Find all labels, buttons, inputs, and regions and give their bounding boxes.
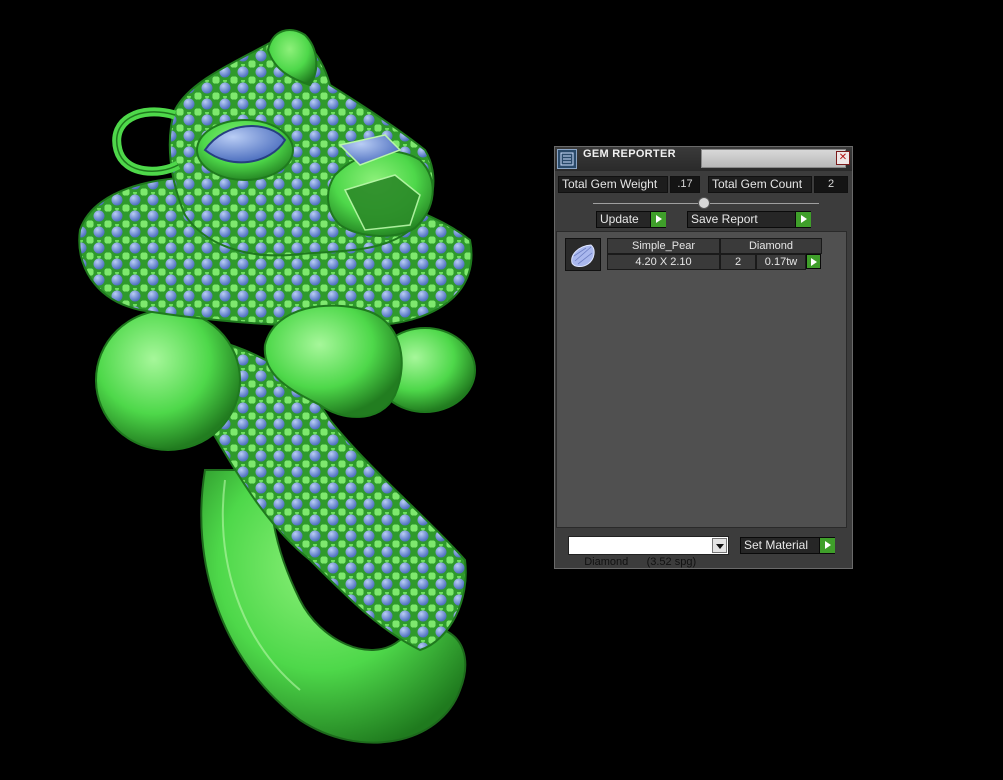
gem-reporter-window: GEM REPORTER ✕ Total Gem Weight .17 Tota… — [554, 146, 853, 569]
gem-shape-cell: Simple_Pear — [607, 238, 720, 254]
gem-weight-cell: 0.17tw — [756, 254, 806, 270]
material-select[interactable]: Diamond (3.52 spg) — [568, 536, 729, 568]
close-button[interactable]: ✕ — [836, 151, 850, 165]
close-icon: ✕ — [838, 152, 848, 163]
set-material-button-label: Set Material — [744, 538, 809, 552]
window-title: GEM REPORTER — [583, 148, 676, 160]
select-gem-button[interactable] — [806, 254, 821, 269]
titlebar-bar — [701, 149, 846, 168]
gem-material-cell: Diamond — [720, 238, 822, 254]
play-arrow-icon — [650, 212, 666, 227]
save-report-button-label: Save Report — [691, 212, 758, 226]
gem-size-cell: 4.20 X 2.10 — [607, 254, 720, 270]
total-gem-count-value: 2 — [814, 176, 848, 193]
chevron-down-icon — [712, 538, 727, 553]
play-arrow-icon — [819, 538, 835, 553]
play-arrow-icon — [795, 212, 811, 227]
material-select-value: Diamond (3.52 spg) — [584, 556, 697, 568]
save-report-button[interactable]: Save Report — [687, 211, 811, 228]
window-titlebar[interactable]: GEM REPORTER ✕ — [555, 147, 852, 171]
panel-slider-handle[interactable] — [698, 197, 710, 209]
total-gem-count-label: Total Gem Count — [708, 176, 812, 193]
total-gem-weight-value: .17 — [670, 176, 700, 193]
set-material-button[interactable]: Set Material — [740, 537, 835, 554]
gem-count-cell: 2 — [720, 254, 756, 270]
gem-results-list: Simple_Pear Diamond 4.20 X 2.10 2 0.17tw — [556, 231, 847, 528]
update-button-label: Update — [600, 212, 639, 226]
update-button[interactable]: Update — [596, 211, 666, 228]
gem-report-icon — [557, 149, 577, 169]
pear-gem-icon — [565, 238, 601, 271]
total-gem-weight-label: Total Gem Weight — [558, 176, 668, 193]
